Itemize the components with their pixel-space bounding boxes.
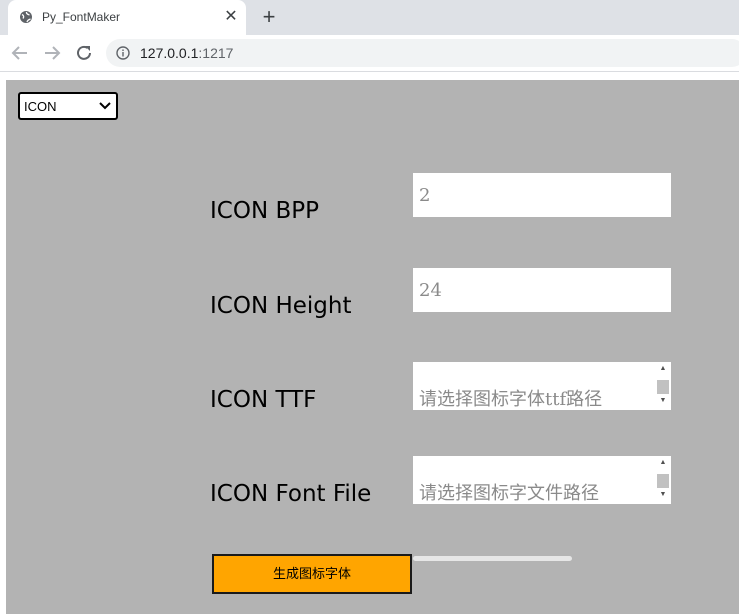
scroll-up-icon[interactable]: ▲ [656, 364, 670, 374]
icon-height-label: ICON Height [210, 293, 352, 319]
url-host: 127.0.0.1 [140, 45, 199, 61]
scroll-thumb[interactable] [657, 380, 669, 394]
icon-ttf-placeholder: 请选择图标字体ttf路径 [419, 389, 603, 410]
url-text: 127.0.0.1:1217 [140, 45, 233, 61]
close-tab-icon[interactable]: ✕ [224, 8, 238, 26]
icon-font-file-textarea[interactable]: 请选择图标字文件路径 ▲ ▼ [413, 456, 671, 504]
icon-bpp-input[interactable]: 2 [413, 173, 671, 217]
reload-icon[interactable] [72, 41, 96, 65]
icon-ttf-scrollbar[interactable]: ▲ ▼ [656, 364, 670, 408]
generate-icon-font-button[interactable]: 生成图标字体 [212, 554, 412, 594]
tab-title: Py_FontMaker [42, 10, 121, 24]
back-arrow-icon[interactable] [8, 41, 32, 65]
forward-arrow-icon[interactable] [40, 41, 64, 65]
browser-tab-strip: Py_FontMaker ✕ + [0, 0, 739, 35]
page-content: ICON ICON BPP 2 ICON Height 24 ICON TTF … [6, 80, 739, 614]
globe-icon [20, 11, 32, 23]
icon-font-file-label: ICON Font File [210, 481, 372, 507]
progress-bar [413, 556, 572, 561]
browser-toolbar: 127.0.0.1:1217 [0, 35, 739, 72]
address-bar[interactable]: 127.0.0.1:1217 [106, 39, 739, 67]
scroll-down-icon[interactable]: ▼ [656, 490, 670, 500]
scroll-up-icon[interactable]: ▲ [656, 458, 670, 468]
chevron-down-icon [99, 102, 111, 110]
icon-font-file-scrollbar[interactable]: ▲ ▼ [656, 458, 670, 502]
url-port: :1217 [198, 45, 234, 61]
mode-select[interactable]: ICON [18, 92, 118, 120]
icon-bpp-placeholder: 2 [419, 185, 431, 206]
browser-tab[interactable]: Py_FontMaker ✕ [8, 0, 246, 35]
scroll-thumb[interactable] [657, 474, 669, 488]
icon-height-input[interactable]: 24 [413, 268, 671, 312]
mode-select-value: ICON [24, 99, 57, 114]
icon-height-placeholder: 24 [419, 280, 442, 301]
scroll-down-icon[interactable]: ▼ [656, 396, 670, 406]
icon-font-file-placeholder: 请选择图标字文件路径 [419, 483, 599, 504]
icon-bpp-label: ICON BPP [210, 198, 319, 224]
new-tab-icon[interactable]: + [257, 5, 281, 29]
icon-ttf-label: ICON TTF [210, 387, 317, 413]
info-icon[interactable] [116, 46, 130, 60]
icon-ttf-textarea[interactable]: 请选择图标字体ttf路径 ▲ ▼ [413, 362, 671, 410]
